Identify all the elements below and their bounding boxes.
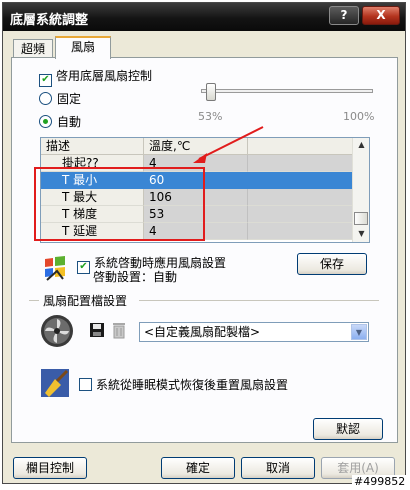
fan-profile-dropdown[interactable]: <自定義風扇配製檔> ▼ bbox=[139, 322, 369, 342]
grid-row-extra bbox=[248, 206, 352, 223]
mode-auto-radio-dot bbox=[39, 115, 52, 128]
title-bar[interactable]: 底層系統調整 ? X bbox=[3, 3, 405, 31]
grid-header-description: 描述 bbox=[41, 138, 144, 155]
fan-speed-slider-track bbox=[201, 89, 373, 93]
dialog-window: 底層系統調整 ? X 超頻 風扇 ✔ 啓用底層風扇控制 固定 自動 53% 100… bbox=[2, 2, 406, 484]
grid-row-extra bbox=[248, 223, 352, 240]
enable-fan-control-checkbox[interactable]: ✔ 啓用底層風扇控制 bbox=[39, 67, 152, 87]
mode-auto-radio[interactable]: 自動 bbox=[39, 113, 81, 130]
fan-speed-slider-thumb[interactable] bbox=[206, 83, 216, 101]
reset-after-sleep-check bbox=[79, 378, 92, 391]
scroll-down-icon[interactable]: ▼ bbox=[353, 227, 369, 241]
mode-fixed-radio-dot bbox=[39, 92, 52, 105]
help-button[interactable]: ? bbox=[329, 6, 359, 25]
profile-section-title: 風扇配置檔設置 bbox=[43, 294, 128, 308]
startup-setting-label: 啓動設置： bbox=[93, 270, 154, 284]
grid-row-extra bbox=[248, 172, 352, 189]
tab-fan[interactable]: 風扇 bbox=[55, 36, 111, 59]
cancel-button[interactable]: 取消 bbox=[241, 457, 315, 479]
enable-fan-control-check: ✔ bbox=[39, 74, 52, 87]
fan-profile-selected-value: <自定義風扇配製檔> bbox=[144, 325, 261, 339]
apply-on-startup-check: ✔ bbox=[77, 261, 90, 274]
grid-row-extra bbox=[248, 189, 352, 206]
mode-auto-label: 自動 bbox=[57, 115, 82, 129]
startup-setting-value: 自動 bbox=[153, 270, 178, 284]
mode-fixed-label: 固定 bbox=[57, 92, 82, 106]
scroll-up-icon[interactable]: ▲ bbox=[353, 138, 369, 152]
slider-min-label: 53% bbox=[198, 110, 223, 123]
watermark-text: #499852 bbox=[352, 475, 408, 488]
default-button[interactable]: 默認 bbox=[313, 418, 383, 440]
close-button[interactable]: X bbox=[362, 6, 400, 25]
mode-fixed-radio[interactable]: 固定 bbox=[39, 90, 81, 107]
tab-overclock[interactable]: 超頻 bbox=[13, 39, 53, 59]
slider-max-label: 100% bbox=[343, 110, 375, 123]
ok-button[interactable]: 確定 bbox=[161, 457, 235, 479]
save-button[interactable]: 保存 bbox=[297, 253, 367, 275]
reset-after-sleep-label: 系統從睡眠模式恢復後重置風扇設置 bbox=[96, 378, 289, 392]
reset-after-sleep-checkbox[interactable]: 系統從睡眠模式恢復後重置風扇設置 bbox=[79, 376, 288, 393]
save-disk-icon[interactable] bbox=[89, 322, 105, 338]
annotation-highlight-box bbox=[34, 167, 205, 241]
windows-logo-icon bbox=[45, 256, 65, 281]
window-title: 底層系統調整 bbox=[10, 13, 89, 28]
annotation-arrow-icon bbox=[193, 126, 264, 163]
chevron-down-icon[interactable]: ▼ bbox=[351, 324, 367, 340]
broom-icon bbox=[41, 369, 69, 397]
fan-icon bbox=[41, 315, 73, 347]
scroll-thumb[interactable] bbox=[354, 212, 368, 225]
taskbar-control-button[interactable]: 欄目控制 bbox=[13, 457, 87, 479]
delete-trash-icon[interactable] bbox=[111, 321, 127, 339]
startup-setting-status: 啓動設置：自動 bbox=[93, 268, 177, 285]
divider bbox=[139, 300, 379, 301]
grid-scrollbar[interactable]: ▲ ▼ bbox=[352, 138, 369, 242]
enable-fan-control-label: 啓用底層風扇控制 bbox=[56, 69, 153, 83]
divider bbox=[29, 300, 39, 301]
